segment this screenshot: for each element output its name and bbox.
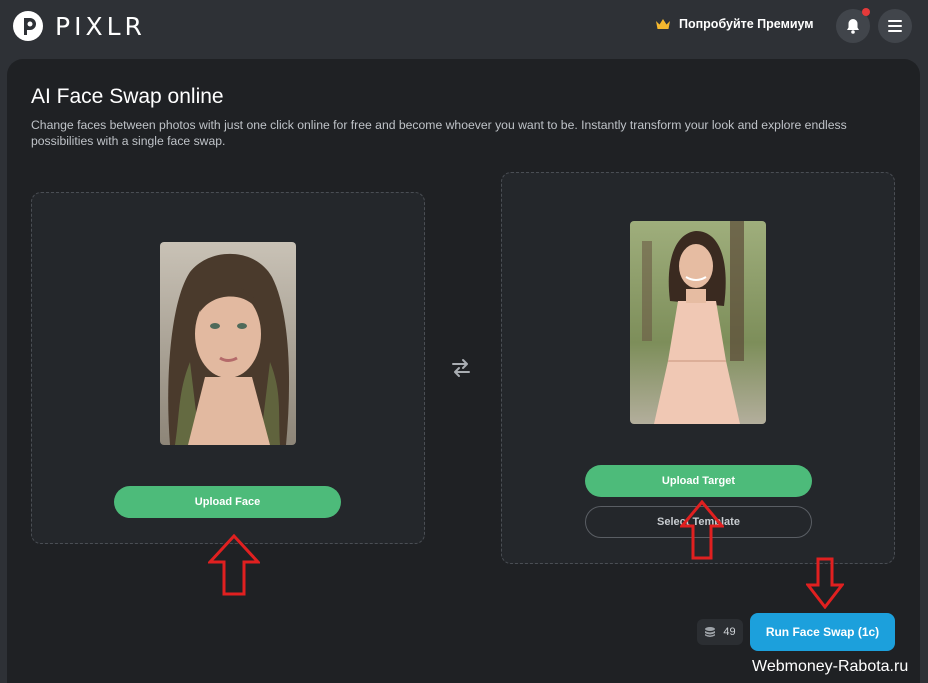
credits-value: 49: [723, 626, 736, 638]
face-photo: [160, 242, 296, 445]
upload-target-button[interactable]: Upload Target: [585, 465, 812, 497]
menu-icon: [888, 20, 902, 32]
swap-arrows-icon[interactable]: [449, 356, 473, 380]
annotation-arrow-up: [208, 534, 260, 596]
page-description: Change faces between photos with just on…: [31, 118, 847, 148]
page-title: AI Face Swap online: [31, 85, 224, 108]
crown-icon: [656, 19, 670, 29]
premium-link[interactable]: Попробуйте Премиум: [655, 17, 814, 31]
app-name: PIXLR: [55, 11, 146, 41]
face-photo-image: [160, 242, 296, 445]
pixlr-logo-icon: [13, 11, 43, 41]
coins-icon: [705, 627, 716, 637]
top-bar: PIXLR Попробуйте Премиум: [0, 0, 928, 52]
notifications-button[interactable]: [836, 8, 870, 43]
bell-icon: [847, 19, 859, 34]
premium-label: Попробуйте Премиум: [679, 17, 814, 31]
notification-dot: [862, 8, 870, 16]
run-face-swap-button[interactable]: Run Face Swap (1c): [750, 613, 895, 651]
annotation-arrow-down: [806, 557, 844, 609]
upload-face-button[interactable]: Upload Face: [114, 486, 341, 518]
pixlr-logo[interactable]: PIXLR: [12, 10, 146, 42]
annotation-arrow-up: [680, 500, 724, 560]
target-photo: [630, 221, 766, 424]
credits-counter: 49: [697, 619, 743, 645]
target-photo-image: [630, 221, 766, 424]
watermark: Webmoney-Rabota.ru: [752, 658, 909, 675]
menu-button[interactable]: [878, 9, 912, 43]
